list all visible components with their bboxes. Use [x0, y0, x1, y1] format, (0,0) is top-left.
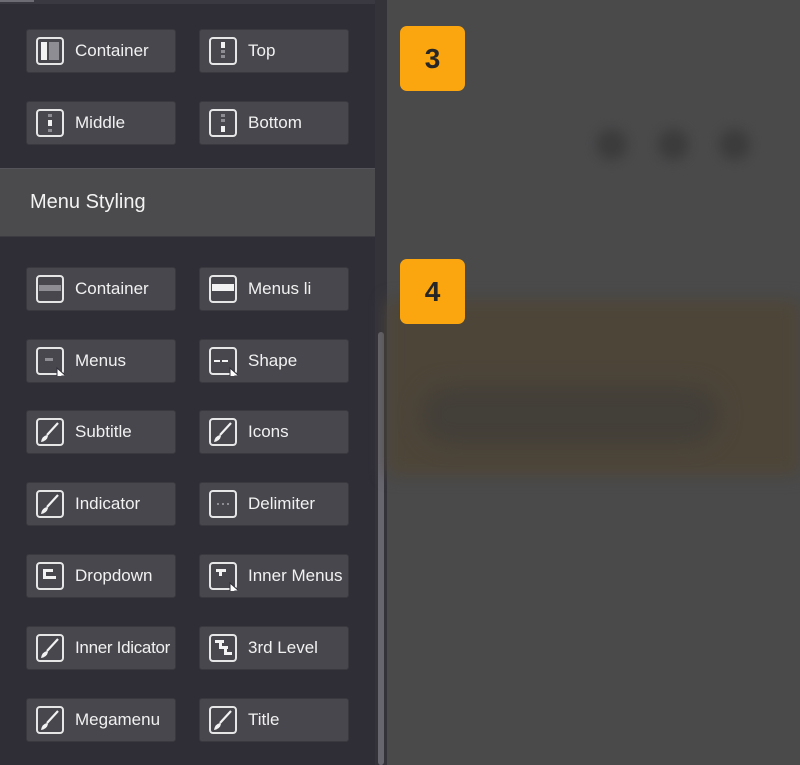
button-label: Icons — [248, 422, 289, 441]
shape-button[interactable]: Shape — [199, 339, 349, 383]
third-level-icon — [208, 633, 238, 663]
container-alignment-button[interactable]: Container — [26, 29, 176, 73]
menu-styling-header[interactable]: Menu Styling — [0, 168, 375, 237]
button-label: Megamenu — [75, 710, 161, 729]
button-label: Indicator — [75, 494, 141, 513]
button-label: Middle — [75, 113, 126, 132]
icons-button[interactable]: Icons — [199, 410, 349, 454]
menus-button[interactable]: Menus — [26, 339, 176, 383]
menu-container-button[interactable]: Container — [26, 267, 176, 311]
dropdown-icon — [35, 561, 65, 591]
vertical-top-icon — [208, 36, 238, 66]
brush-icon — [35, 633, 65, 663]
subtitle-button[interactable]: Subtitle — [26, 410, 176, 454]
dots-icon — [208, 489, 238, 519]
button-label: Inner Idicator — [75, 638, 171, 657]
sidebar-scrollbar[interactable] — [375, 0, 387, 765]
step-badge-3: 3 — [400, 26, 465, 91]
menu-item-cursor-icon — [35, 346, 65, 376]
row-highlight-icon — [208, 274, 238, 304]
middle-alignment-button[interactable]: Middle — [26, 101, 176, 145]
megamenu-button[interactable]: Megamenu — [26, 698, 176, 742]
brush-icon — [35, 705, 65, 735]
shape-cursor-icon — [208, 346, 238, 376]
bottom-alignment-button[interactable]: Bottom — [199, 101, 349, 145]
button-label: Title — [248, 710, 280, 729]
scrollbar-thumb[interactable] — [378, 332, 384, 765]
third-level-button[interactable]: 3rd Level — [199, 626, 349, 670]
brush-icon — [35, 417, 65, 447]
row-layout-icon — [35, 274, 65, 304]
blurred-menu-items — [420, 385, 720, 445]
style-sidebar: Container Top Middle Bottom Menu Styling… — [0, 0, 375, 765]
dropdown-button[interactable]: Dropdown — [26, 554, 176, 598]
title-button[interactable]: Title — [199, 698, 349, 742]
brush-icon — [208, 705, 238, 735]
button-label: Container — [75, 279, 149, 298]
button-label: Dropdown — [75, 566, 153, 585]
sidebar-top-edge — [0, 0, 375, 4]
section-title: Menu Styling — [30, 191, 146, 213]
top-alignment-button[interactable]: Top — [199, 29, 349, 73]
button-label: 3rd Level — [248, 638, 318, 657]
vertical-bottom-icon — [208, 108, 238, 138]
column-layout-icon — [35, 36, 65, 66]
button-label: Bottom — [248, 113, 302, 132]
delimiter-button[interactable]: Delimiter — [199, 482, 349, 526]
menus-li-button[interactable]: Menus li — [199, 267, 349, 311]
button-label: Menus li — [248, 279, 312, 298]
brush-icon — [208, 417, 238, 447]
blurred-logo: ●●● — [590, 101, 775, 181]
button-label: Container — [75, 41, 149, 60]
button-label: Shape — [248, 351, 298, 370]
indicator-button[interactable]: Indicator — [26, 482, 176, 526]
inner-menus-button[interactable]: Inner Menus — [199, 554, 349, 598]
button-label: Delimiter — [248, 494, 316, 513]
button-label: Subtitle — [75, 422, 132, 441]
vertical-middle-icon — [35, 108, 65, 138]
step-badge-4: 4 — [400, 259, 465, 324]
button-label: Top — [248, 41, 276, 60]
inner-indicator-button[interactable]: Inner Idicator — [26, 626, 176, 670]
button-label: Menus — [75, 351, 127, 370]
button-label: Inner Menus — [248, 566, 343, 585]
inner-menu-cursor-icon — [208, 561, 238, 591]
brush-icon — [35, 489, 65, 519]
